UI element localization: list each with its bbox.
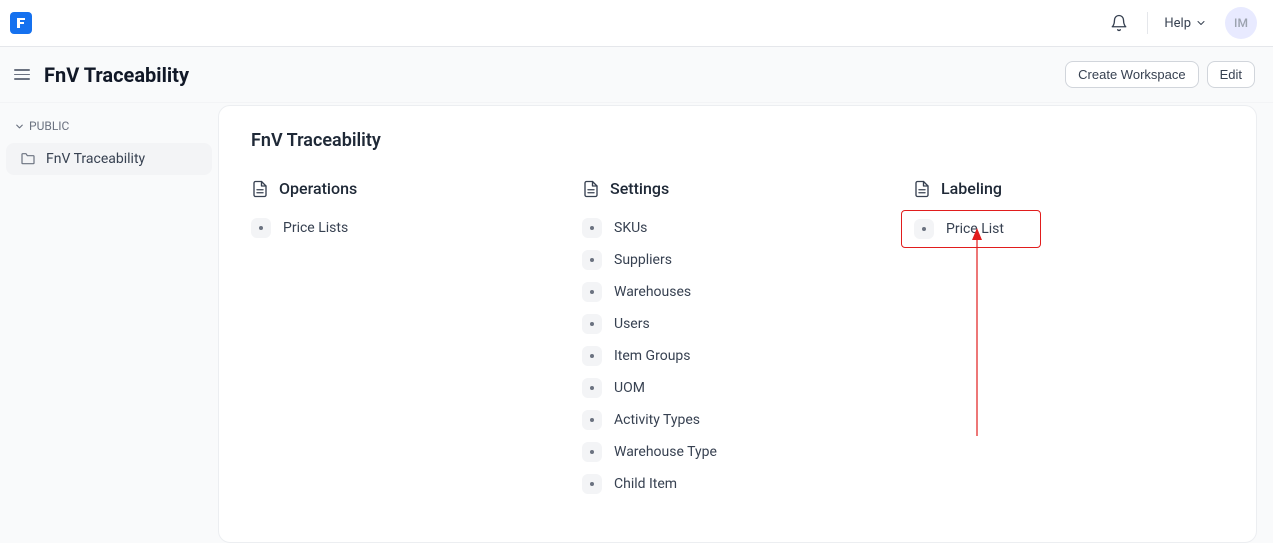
column-header[interactable]: Settings xyxy=(582,179,893,198)
edit-button[interactable]: Edit xyxy=(1207,61,1255,88)
list-item[interactable]: Warehouse Type xyxy=(582,442,893,462)
column-header[interactable]: Operations xyxy=(251,179,562,198)
list-item[interactable]: Activity Types xyxy=(582,410,893,430)
document-icon xyxy=(251,180,269,198)
sidebar-item-fnv[interactable]: FnV Traceability xyxy=(6,143,212,175)
bullet-icon xyxy=(582,410,602,430)
bullet-icon xyxy=(914,219,934,239)
list-item[interactable]: SKUs xyxy=(582,218,893,238)
chevron-down-icon xyxy=(14,121,25,132)
folder-icon xyxy=(20,151,36,167)
sidebar: PUBLIC FnV Traceability xyxy=(0,103,218,543)
list-item[interactable]: Warehouses xyxy=(582,282,893,302)
column-header[interactable]: Labeling xyxy=(913,179,1224,198)
bullet-icon xyxy=(582,282,602,302)
column-settings: Settings SKUs Suppliers Warehouses Users… xyxy=(582,179,893,506)
sidebar-section-toggle[interactable]: PUBLIC xyxy=(6,113,212,139)
sidebar-item-label: FnV Traceability xyxy=(46,151,145,167)
list-item[interactable]: Price List xyxy=(914,219,1028,239)
help-label: Help xyxy=(1164,16,1191,31)
notifications-button[interactable] xyxy=(1103,7,1135,39)
create-workspace-button[interactable]: Create Workspace xyxy=(1065,61,1198,88)
avatar-initials: IM xyxy=(1234,16,1248,30)
top-right-actions: Help IM xyxy=(1103,7,1257,39)
help-menu[interactable]: Help xyxy=(1160,12,1211,35)
page-header: FnV Traceability Create Workspace Edit xyxy=(0,47,1273,103)
bullet-icon xyxy=(582,314,602,334)
chevron-down-icon xyxy=(1195,17,1207,29)
list-item[interactable]: Users xyxy=(582,314,893,334)
document-icon xyxy=(913,180,931,198)
column-labeling: Labeling Price List xyxy=(913,179,1224,506)
divider xyxy=(1147,12,1148,34)
bullet-icon xyxy=(582,378,602,398)
content-title: FnV Traceability xyxy=(251,130,1224,151)
bullet-icon xyxy=(582,218,602,238)
document-icon xyxy=(582,180,600,198)
list-item[interactable]: Suppliers xyxy=(582,250,893,270)
page-title: FnV Traceability xyxy=(44,63,189,87)
list-item[interactable]: Child Item xyxy=(582,474,893,494)
bullet-icon xyxy=(582,250,602,270)
list-item[interactable]: Price Lists xyxy=(251,218,562,238)
content-panel: FnV Traceability Operations Price Lists … xyxy=(218,105,1257,543)
main-area: PUBLIC FnV Traceability FnV Traceability… xyxy=(0,103,1273,543)
menu-toggle[interactable] xyxy=(10,65,34,84)
bell-icon xyxy=(1110,14,1128,32)
bullet-icon xyxy=(582,442,602,462)
column-operations: Operations Price Lists xyxy=(251,179,562,506)
user-avatar[interactable]: IM xyxy=(1225,7,1257,39)
app-logo[interactable] xyxy=(10,12,32,34)
bullet-icon xyxy=(251,218,271,238)
list-item[interactable]: UOM xyxy=(582,378,893,398)
bullet-icon xyxy=(582,346,602,366)
bullet-icon xyxy=(582,474,602,494)
top-bar: Help IM xyxy=(0,0,1273,47)
annotation-highlight: Price List xyxy=(901,210,1041,248)
sidebar-section-label: PUBLIC xyxy=(29,119,69,133)
list-item[interactable]: Item Groups xyxy=(582,346,893,366)
